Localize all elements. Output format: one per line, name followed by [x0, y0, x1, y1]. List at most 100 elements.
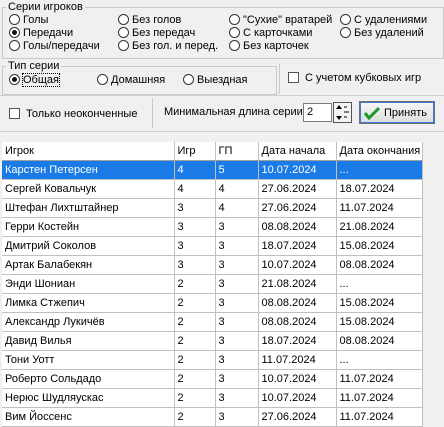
table-cell: Роберто Сольдадо [2, 369, 175, 389]
radio-indicator [340, 14, 351, 25]
table-cell: Сергей Ковальчук [2, 179, 175, 199]
cup-games-checkbox[interactable]: С учетом кубковых игр [288, 71, 421, 84]
table-row[interactable]: Герри Костейн 3 3 08.08.2024 21.08.2024 [2, 217, 423, 237]
table-row[interactable]: Лимка Стжепич 2 3 08.08.2024 15.08.2024 [2, 293, 423, 313]
table-cell: 3 [215, 217, 259, 237]
radio-with-cards-label: С карточками [243, 26, 313, 39]
table-cell: 3 [215, 369, 259, 389]
table-body: Карстен Петерсен 4 5 10.07.2024... Сергей Ко… [2, 160, 423, 427]
table-cell: Штефан Лихтштайнер [2, 198, 175, 218]
table-cell: 4 [174, 160, 216, 180]
table-cell: 27.06.2024 [258, 198, 337, 218]
apply-button-label: Принять [384, 106, 427, 119]
radio-no-goals-assists-label: Без гол. и перед. [132, 39, 219, 52]
table-cell: 08.08.2024 [336, 255, 423, 275]
table-cell: 08.08.2024 [258, 312, 337, 332]
table-cell: Александр Лукичёв [2, 312, 175, 332]
min-length-spinner[interactable] [333, 102, 352, 123]
min-length-value: 2 [307, 106, 314, 118]
table-cell: 3 [215, 388, 259, 408]
table-cell: ... [336, 350, 423, 370]
radio-indicator [97, 74, 108, 85]
table-cell: 3 [174, 236, 216, 256]
table-cell: ... [336, 160, 423, 180]
table-cell: 27.06.2024 [258, 407, 337, 427]
radio-indicator [229, 40, 240, 51]
divider [0, 131, 444, 132]
radio-indicator [340, 27, 351, 38]
type-group-title: Тип серии [6, 60, 62, 72]
table-cell: 3 [215, 331, 259, 351]
table-row[interactable]: Артак Балабекян 3 3 10.07.2024 08.08.2024 [2, 255, 423, 275]
table-cell: 18.07.2024 [258, 331, 337, 351]
spinner-arrows-icon [336, 105, 349, 120]
table-cell: Энди Шониан [2, 274, 175, 294]
apply-button[interactable]: Принять [359, 101, 435, 124]
table-row[interactable]: Давид Вилья 2 3 18.07.2024 08.08.2024 [2, 331, 423, 351]
radio-with-sendoffs[interactable]: С удалениями [340, 13, 427, 26]
radio-assists[interactable]: Передачи [9, 26, 73, 39]
radio-indicator [9, 74, 20, 85]
table-row[interactable]: Вим Йоссенс 2 3 27.06.2024 11.07.2024 [2, 407, 423, 427]
radio-no-sendoffs[interactable]: Без удалений [340, 26, 424, 39]
table-cell: Артак Балабекян [2, 255, 175, 275]
radio-no-cards-label: Без карточек [243, 39, 309, 52]
radio-no-goals[interactable]: Без голов [118, 13, 181, 26]
separator [279, 64, 280, 94]
radio-no-assists[interactable]: Без передач [118, 26, 195, 39]
column-header-ga[interactable]: ГП [215, 142, 259, 161]
table-cell: 4 [215, 179, 259, 199]
radio-no-goals-assists[interactable]: Без гол. и перед. [118, 39, 218, 52]
table-row[interactable]: Тони Уотт 2 3 11.07.2024... [2, 350, 423, 370]
radio-indicator [9, 27, 20, 38]
radio-goals-label: Голы [23, 13, 49, 26]
column-header-player[interactable]: Игрок [2, 142, 175, 161]
table-row[interactable]: Карстен Петерсен 4 5 10.07.2024... [2, 160, 423, 180]
radio-indicator [183, 74, 194, 85]
radio-goals-assists[interactable]: Голы/передачи [9, 39, 100, 52]
table-cell: 3 [215, 407, 259, 427]
table-cell: 08.08.2024 [258, 293, 337, 313]
table-row[interactable]: Сергей Ковальчук 4 4 27.06.2024 18.07.2024 [2, 179, 423, 199]
table-row[interactable]: Энди Шониан 2 3 21.08.2024... [2, 274, 423, 294]
radio-with-sendoffs-label: С удалениями [354, 13, 428, 26]
radio-type-home[interactable]: Домашняя [97, 73, 165, 86]
table-cell: 3 [215, 274, 259, 294]
radio-type-overall[interactable]: Общая [9, 72, 60, 87]
radio-no-cards[interactable]: Без карточек [229, 39, 309, 52]
table-cell: 10.07.2024 [258, 255, 337, 275]
table-cell: 10.07.2024 [258, 388, 337, 408]
column-header-start-date[interactable]: Дата начала [258, 142, 337, 161]
players-table[interactable]: Игрок Игр ГП Дата начала Дата окончания … [2, 142, 423, 427]
unfinished-only-label: Только неоконченные [26, 107, 138, 120]
table-cell: 2 [174, 350, 216, 370]
table-cell: 21.08.2024 [258, 274, 337, 294]
radio-indicator [229, 27, 240, 38]
table-cell: 10.07.2024 [258, 160, 337, 180]
table-cell: 11.07.2024 [336, 198, 423, 218]
table-cell: 4 [215, 198, 259, 218]
radio-indicator [229, 14, 240, 25]
table-row[interactable]: Нерюс Шудляускас 2 3 10.07.2024 11.07.2024 [2, 388, 423, 408]
table-cell: ... [336, 274, 423, 294]
table-row[interactable]: Александр Лукичёв 2 3 08.08.2024 15.08.2024 [2, 312, 423, 332]
radio-clean-sheets[interactable]: "Сухие" вратарей [229, 13, 332, 26]
radio-goals[interactable]: Голы [9, 13, 48, 26]
table-cell: 3 [215, 236, 259, 256]
min-length-label: Минимальная длина серии [164, 106, 303, 118]
table-cell: 3 [215, 312, 259, 332]
radio-with-cards[interactable]: С карточками [229, 26, 312, 39]
table-cell: Дмитрий Соколов [2, 236, 175, 256]
table-cell: 18.07.2024 [336, 179, 423, 199]
table-row[interactable]: Дмитрий Соколов 3 3 18.07.2024 15.08.2024 [2, 236, 423, 256]
table-row[interactable]: Штефан Лихтштайнер 3 4 27.06.2024 11.07.2024 [2, 198, 423, 218]
unfinished-only-checkbox[interactable]: Только неоконченные [9, 107, 137, 120]
table-cell: 3 [174, 217, 216, 237]
radio-type-away[interactable]: Выездная [183, 73, 248, 86]
column-header-games[interactable]: Игр [174, 142, 216, 161]
min-length-input[interactable]: 2 [303, 103, 332, 122]
radio-goals-assists-label: Голы/передачи [23, 39, 100, 52]
table-row[interactable]: Роберто Сольдадо 2 3 10.07.2024 11.07.2024 [2, 369, 423, 389]
checkbox-box [9, 108, 20, 119]
column-header-end-date[interactable]: Дата окончания [336, 142, 423, 161]
